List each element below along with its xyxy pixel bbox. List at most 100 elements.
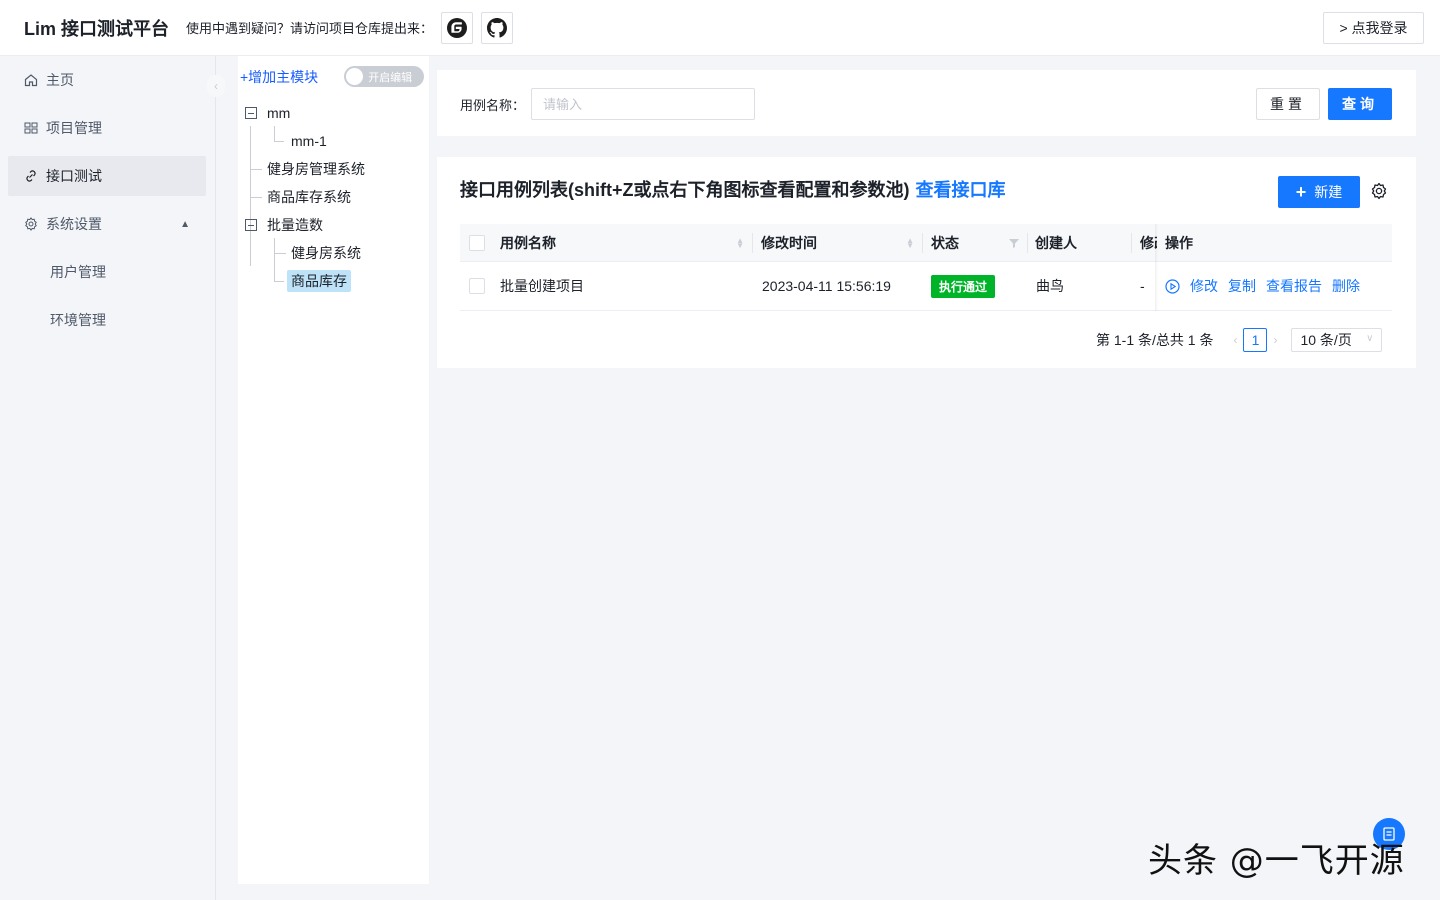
sidebar-item-user-management[interactable]: 用户管理 (8, 252, 206, 292)
column-header-status[interactable]: 状态 (931, 224, 1027, 261)
collapse-icon[interactable] (245, 219, 257, 231)
query-button[interactable]: 查询 (1328, 88, 1392, 120)
table-row: 批量创建项目 2023-04-11 15:56:19 执行通过 曲鸟 - 修改 … (460, 262, 1392, 311)
page-size-value: 10 条/页 (1300, 332, 1352, 348)
case-name-label: 用例名称： (460, 98, 526, 113)
column-label: 用例名称 (500, 234, 556, 251)
watermark: 头条 @一飞开源 (1148, 841, 1405, 881)
gear-icon (1371, 182, 1387, 200)
tree-node[interactable]: 健身房系统 (291, 241, 361, 265)
column-divider (1131, 233, 1132, 253)
grid-icon (24, 121, 38, 135)
sidebar-item-settings[interactable]: 系统设置 ▲ (8, 204, 206, 244)
module-tree-panel: +增加主模块 开启编辑 mm mm-1 健身房管理系统 商品库存系统 批量造数 … (238, 56, 429, 884)
new-case-button[interactable]: + 新建 (1278, 176, 1360, 208)
page-1-button[interactable]: 1 (1243, 328, 1268, 352)
github-icon (487, 17, 508, 38)
prev-page-button[interactable]: ‹ (1233, 333, 1237, 347)
select-all-checkbox[interactable] (469, 234, 485, 251)
sidebar-item-label: 环境管理 (50, 312, 106, 328)
page-size-select[interactable]: 10 条/页 ∨ (1291, 328, 1383, 352)
run-icon[interactable] (1165, 278, 1180, 294)
case-list-card: 接口用例列表(shift+Z或点右下角图标查看配置和参数池) 查看接口库 + 新建… (437, 157, 1416, 368)
view-api-library-link[interactable]: 查看接口库 (916, 180, 1006, 200)
case-table: 用例名称 ▲▼ 修改时间 ▲▼ 状态 创建人 修改人 操作 (460, 224, 1392, 311)
tree-node[interactable]: mm (245, 101, 290, 125)
sidebar-item-projects[interactable]: 项目管理 (8, 108, 206, 148)
tree-line (250, 126, 251, 266)
toggle-knob (346, 68, 364, 85)
cell-actions: 修改 复制 查看报告 删除 (1165, 262, 1360, 310)
status-badge: 执行通过 (931, 274, 996, 298)
collapse-icon[interactable] (245, 107, 257, 119)
github-button[interactable] (481, 11, 514, 44)
column-label: 操作 (1165, 234, 1193, 251)
cell-modified: 2023-04-11 15:56:19 (762, 278, 891, 294)
tree-line (274, 141, 284, 142)
column-header-modified[interactable]: 修改时间 ▲ ▼ (761, 224, 922, 261)
chevron-up-icon: ▲ (180, 218, 190, 230)
column-header-creator: 创建人 (1035, 224, 1077, 261)
gitee-button[interactable] (441, 11, 474, 44)
tree-node[interactable]: 商品库存系统 (267, 185, 351, 209)
copy-link[interactable]: 复制 (1228, 276, 1256, 296)
login-button[interactable]: > 点我登录 (1323, 12, 1424, 44)
sort-icon[interactable]: ▲ ▼ (736, 236, 744, 249)
view-report-link[interactable]: 查看报告 (1266, 276, 1322, 296)
tree-node[interactable]: 批量造数 (245, 213, 323, 237)
pagination: 第 1-1 条/总共 1 条 ‹ 1 › 10 条/页 ∨ (1096, 328, 1383, 352)
sidebar-item-label: 项目管理 (46, 120, 102, 136)
table-title-text: 接口用例列表(shift+Z或点右下角图标查看配置和参数池) (460, 180, 910, 200)
case-name-input[interactable] (531, 88, 755, 120)
edit-link[interactable]: 修改 (1190, 276, 1218, 296)
column-divider (1027, 233, 1028, 253)
add-main-module-button[interactable]: +增加主模块 (240, 67, 318, 87)
tree-line (274, 253, 286, 254)
gear-icon (24, 217, 38, 231)
new-case-label: 新建 (1314, 184, 1343, 200)
sort-icon[interactable]: ▲ ▼ (906, 236, 914, 249)
tree-node[interactable]: mm-1 (291, 129, 327, 153)
gitee-icon (447, 17, 468, 38)
search-form: 用例名称： 重置 查询 (437, 70, 1416, 136)
tree-node[interactable]: 健身房管理系统 (267, 157, 365, 181)
tree-line (250, 169, 262, 170)
table-title: 接口用例列表(shift+Z或点右下角图标查看配置和参数池) 查看接口库 (460, 176, 1006, 202)
toggle-label: 开启编辑 (368, 72, 413, 84)
home-icon (24, 73, 38, 87)
sidebar-item-label: 用户管理 (50, 264, 106, 280)
next-page-button[interactable]: › (1273, 333, 1277, 347)
fixed-column-shadow (1155, 224, 1158, 311)
chevron-down-icon: ∨ (1366, 333, 1374, 344)
column-divider (752, 233, 753, 253)
delete-link[interactable]: 删除 (1332, 276, 1360, 296)
column-header-actions: 操作 (1165, 224, 1193, 261)
cell-name: 批量创建项目 (500, 278, 584, 294)
help-text: 使用中遇到疑问？请访问项目仓库提出来： (186, 21, 434, 36)
top-header: Lim 接口测试平台 使用中遇到疑问？请访问项目仓库提出来： > 点我登录 (0, 0, 1440, 56)
row-checkbox[interactable] (469, 278, 485, 294)
tree-line (274, 126, 275, 141)
cell-modifier: - (1140, 278, 1145, 294)
sidebar-item-label: 主页 (46, 72, 74, 88)
tree-node-selected[interactable]: 商品库存 (287, 269, 351, 293)
cell-creator: 曲鸟 (1036, 278, 1064, 294)
sidebar-item-label: 接口测试 (46, 168, 102, 184)
column-header-name[interactable]: 用例名称 ▲ ▼ (500, 224, 752, 261)
link-icon (24, 169, 38, 183)
sidebar: 主页 项目管理 接口测试 系统设置 ▲ 用户管理 环境管理 (0, 56, 216, 900)
filter-icon[interactable] (1009, 238, 1019, 248)
table-settings-button[interactable] (1370, 182, 1390, 202)
sidebar-item-api-test[interactable]: 接口测试 (8, 156, 206, 196)
column-divider (922, 233, 923, 253)
sidebar-item-env-management[interactable]: 环境管理 (8, 300, 206, 340)
collapse-sidebar-button[interactable]: ‹ (207, 75, 225, 97)
tree-line (250, 197, 262, 198)
table-header: 用例名称 ▲▼ 修改时间 ▲▼ 状态 创建人 修改人 操作 (460, 224, 1392, 262)
edit-mode-toggle[interactable]: 开启编辑 (344, 66, 425, 87)
plus-icon: + (1295, 181, 1307, 202)
sidebar-item-home[interactable]: 主页 (8, 60, 206, 100)
reset-button[interactable]: 重置 (1256, 88, 1320, 120)
tree-line (274, 238, 275, 281)
cell-status: 执行通过 (931, 262, 996, 310)
